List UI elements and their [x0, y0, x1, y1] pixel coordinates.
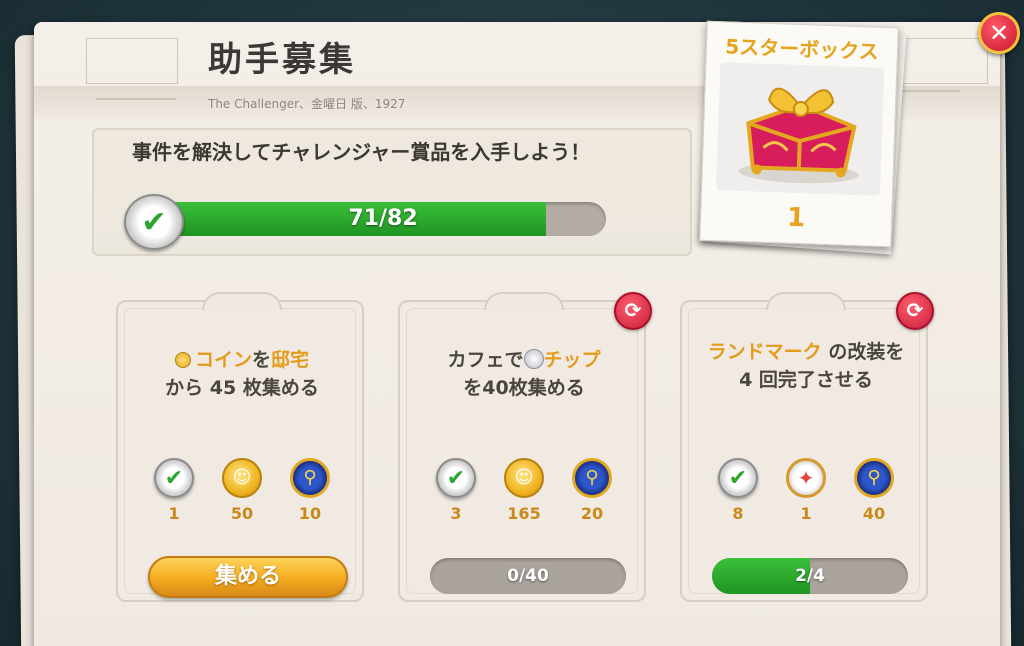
refresh-task-button[interactable]: ⟳ — [614, 292, 652, 330]
refresh-task-button[interactable]: ⟳ — [896, 292, 934, 330]
chip-icon — [523, 349, 544, 369]
task-description: コインを邸宅 から 45 枚集める — [138, 346, 346, 402]
refresh-icon: ⟳ — [906, 298, 924, 322]
prize-title: 5スターボックス — [724, 34, 879, 64]
coin-icon — [174, 352, 191, 368]
mission-progress-bar: 71/82 — [160, 202, 606, 236]
reward-value: 1 — [168, 504, 180, 523]
right-masthead-stamp — [896, 38, 988, 84]
task-text-part: から 45 枚集める — [165, 377, 319, 399]
prize-count: 1 — [786, 202, 806, 234]
close-button[interactable]: ✕ — [978, 12, 1020, 54]
reward-value: 50 — [230, 504, 254, 523]
task-progress-label: 0/40 — [507, 566, 549, 586]
check-medal-icon: ✔ — [436, 458, 476, 498]
magnifier-badge-icon: ⚲ — [854, 458, 894, 498]
task-progress-bar: 0/40 — [430, 558, 626, 594]
task-keyword: チップ — [543, 349, 601, 371]
right-faded-masthead-text — [900, 90, 960, 98]
reward-coins: ☺ 165 — [494, 458, 554, 528]
gold-coin-icon: ☺ — [222, 458, 262, 498]
task-keyword: ランドマーク — [707, 341, 822, 363]
reward-value: 1 — [800, 504, 812, 523]
magnifier-badge-icon: ⚲ — [290, 458, 330, 498]
task-progress-label: 2/4 — [795, 566, 825, 586]
left-faded-masthead-text — [96, 98, 176, 106]
reward-value: 3 — [450, 504, 462, 523]
check-medal-icon: ✔ — [124, 194, 184, 250]
task-text-part: を — [251, 349, 271, 371]
task-card-ornament — [202, 292, 282, 310]
task-card-ornament — [484, 292, 564, 310]
refresh-icon: ⟳ — [624, 298, 642, 322]
task-progress-bar: 2/4 — [712, 558, 908, 594]
task-location: 邸宅 — [271, 349, 310, 371]
magnifier-badge-icon: ⚲ — [572, 458, 612, 498]
reward-value: 20 — [580, 504, 604, 523]
reward-value: 40 — [862, 504, 886, 523]
reward-xp: ✔ 8 — [708, 458, 768, 528]
reward-xp: ✔ 3 — [426, 458, 486, 528]
check-medal-icon: ✔ — [154, 458, 194, 498]
gift-box-icon — [738, 87, 859, 184]
page-title: 助手募集 — [208, 40, 356, 80]
reward-magnifier: ⚲ 10 — [280, 458, 340, 528]
check-medal-icon: ✔ — [718, 458, 758, 498]
task-text-part: を40枚集める — [463, 377, 585, 399]
left-masthead-stamp — [86, 38, 178, 84]
close-icon: ✕ — [988, 19, 1010, 47]
reward-value: 8 — [732, 504, 744, 523]
reward-value: 165 — [507, 504, 541, 523]
task-card-3: ⟳ ランドマーク の改装を 4 回完了させる ✔ 8 ✦ 1 ⚲ 40 2/4 — [680, 292, 934, 602]
mission-description: 事件を解決してチャレンジャー賞品を入手しよう！ — [132, 140, 591, 164]
gold-coin-icon: ☺ — [504, 458, 544, 498]
task-card-ornament — [766, 292, 846, 310]
task-keyword: コイン — [194, 349, 252, 371]
prize-card[interactable]: 5スターボックス 1 — [699, 20, 899, 248]
mission-progress-label: 71/82 — [348, 206, 418, 231]
newspaper-edition-line: The Challenger、金曜日 版、1927 — [208, 97, 406, 111]
reward-xp: ✔ 1 — [144, 458, 204, 528]
reward-coins: ☺ 50 — [212, 458, 272, 528]
task-card-2: ⟳ カフェで チップ を40枚集める ✔ 3 ☺ 165 ⚲ 20 0/40 — [398, 292, 652, 602]
task-rewards: ✔ 8 ✦ 1 ⚲ 40 — [708, 458, 904, 528]
prize-image — [715, 62, 885, 196]
collect-button[interactable]: 集める — [148, 556, 348, 598]
task-description: カフェで チップ を40枚集める — [420, 346, 628, 402]
reward-magnifier: ⚲ 20 — [562, 458, 622, 528]
task-card-1: コインを邸宅 から 45 枚集める ✔ 1 ☺ 50 ⚲ 10 集める — [116, 292, 364, 602]
reward-value: 10 — [298, 504, 322, 523]
reward-compass: ✦ 1 — [776, 458, 836, 528]
task-text-part: カフェで — [447, 349, 524, 371]
task-description: ランドマーク の改装を 4 回完了させる — [702, 338, 910, 394]
reward-magnifier: ⚲ 40 — [844, 458, 904, 528]
task-rewards: ✔ 1 ☺ 50 ⚲ 10 — [144, 458, 340, 528]
task-rewards: ✔ 3 ☺ 165 ⚲ 20 — [426, 458, 622, 528]
compass-icon: ✦ — [786, 458, 826, 498]
